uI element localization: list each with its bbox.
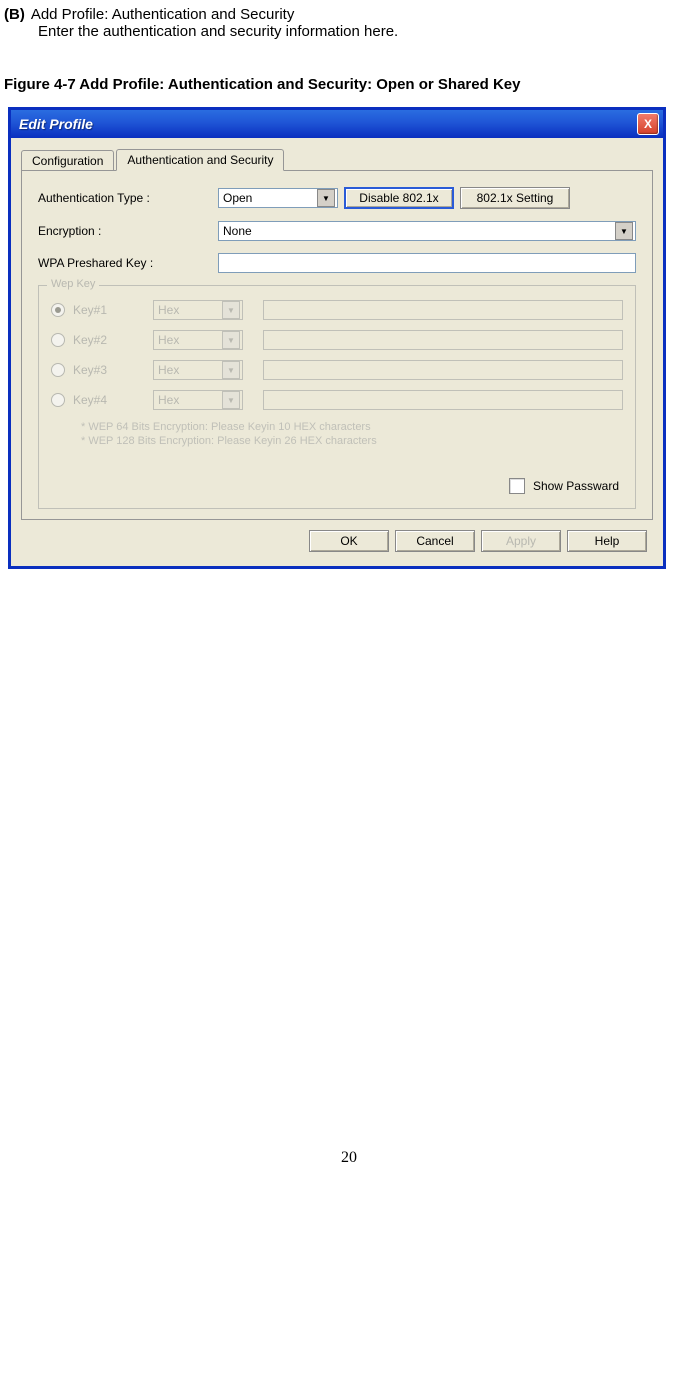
ok-button[interactable]: OK — [309, 530, 389, 552]
encryption-label: Encryption : — [38, 224, 218, 238]
wep-key4-radio[interactable] — [51, 393, 65, 407]
wep-key2-mode-dropdown: Hex ▼ — [153, 330, 243, 350]
chevron-down-icon: ▼ — [615, 222, 633, 240]
section-marker: (B) — [4, 6, 25, 23]
wep-key-group: Wep Key Key#1 Hex ▼ Key#2 — [38, 285, 636, 509]
tab-label: Configuration — [32, 154, 103, 168]
auth-type-dropdown[interactable]: Open ▼ — [218, 188, 338, 208]
wpa-psk-label: WPA Preshared Key : — [38, 256, 218, 270]
help-button[interactable]: Help — [567, 530, 647, 552]
wep-key4-mode-dropdown: Hex ▼ — [153, 390, 243, 410]
close-button[interactable]: X — [637, 113, 659, 135]
chevron-down-icon: ▼ — [222, 361, 240, 379]
chevron-down-icon: ▼ — [317, 189, 335, 207]
wep-hint-128: * WEP 128 Bits Encryption: Please Keyin … — [81, 434, 623, 448]
encryption-dropdown[interactable]: None ▼ — [218, 221, 636, 241]
wep-key4-label: Key#4 — [73, 393, 153, 407]
wep-key3-radio[interactable] — [51, 363, 65, 377]
auth-type-value: Open — [223, 191, 252, 205]
wep-key1-radio[interactable] — [51, 303, 65, 317]
show-password-checkbox[interactable] — [509, 478, 525, 494]
apply-button: Apply — [481, 530, 561, 552]
show-password-label: Show Passward — [533, 479, 619, 493]
wep-key4-mode: Hex — [158, 393, 179, 407]
wep-key3-input — [263, 360, 623, 380]
button-label: Apply — [506, 534, 536, 548]
8021x-setting-button[interactable]: 802.1x Setting — [460, 187, 570, 209]
encryption-value: None — [223, 224, 252, 238]
wep-key2-input — [263, 330, 623, 350]
button-label: Disable 802.1x — [359, 191, 438, 205]
disable-8021x-button[interactable]: Disable 802.1x — [344, 187, 454, 209]
section-subtitle: Enter the authentication and security in… — [38, 23, 694, 40]
cancel-button[interactable]: Cancel — [395, 530, 475, 552]
chevron-down-icon: ▼ — [222, 301, 240, 319]
figure-caption: Figure 4-7 Add Profile: Authentication a… — [4, 76, 694, 93]
button-label: 802.1x Setting — [477, 191, 554, 205]
page-number: 20 — [4, 1149, 694, 1167]
wep-group-title: Wep Key — [47, 278, 99, 290]
wep-key2-radio[interactable] — [51, 333, 65, 347]
button-label: Cancel — [416, 534, 453, 548]
close-icon: X — [644, 117, 652, 131]
wep-key2-label: Key#2 — [73, 333, 153, 347]
wep-key3-label: Key#3 — [73, 363, 153, 377]
edit-profile-dialog: Edit Profile X Configuration Authenticat… — [8, 107, 666, 569]
dialog-title: Edit Profile — [19, 116, 93, 132]
tab-auth-security[interactable]: Authentication and Security — [116, 149, 284, 171]
auth-type-label: Authentication Type : — [38, 191, 218, 205]
wep-key4-input — [263, 390, 623, 410]
titlebar: Edit Profile X — [11, 110, 663, 138]
wep-key1-mode: Hex — [158, 303, 179, 317]
wep-key1-input — [263, 300, 623, 320]
button-label: OK — [340, 534, 357, 548]
button-label: Help — [595, 534, 620, 548]
wep-hint-64: * WEP 64 Bits Encryption: Please Keyin 1… — [81, 420, 623, 434]
wep-key3-mode-dropdown: Hex ▼ — [153, 360, 243, 380]
wep-key3-mode: Hex — [158, 363, 179, 377]
wpa-psk-input[interactable] — [218, 253, 636, 273]
chevron-down-icon: ▼ — [222, 391, 240, 409]
section-title: Add Profile: Authentication and Security — [31, 6, 295, 23]
chevron-down-icon: ▼ — [222, 331, 240, 349]
wep-key1-mode-dropdown: Hex ▼ — [153, 300, 243, 320]
wep-key2-mode: Hex — [158, 333, 179, 347]
tab-configuration[interactable]: Configuration — [21, 150, 114, 171]
wep-key1-label: Key#1 — [73, 303, 153, 317]
tab-label: Authentication and Security — [127, 153, 273, 167]
